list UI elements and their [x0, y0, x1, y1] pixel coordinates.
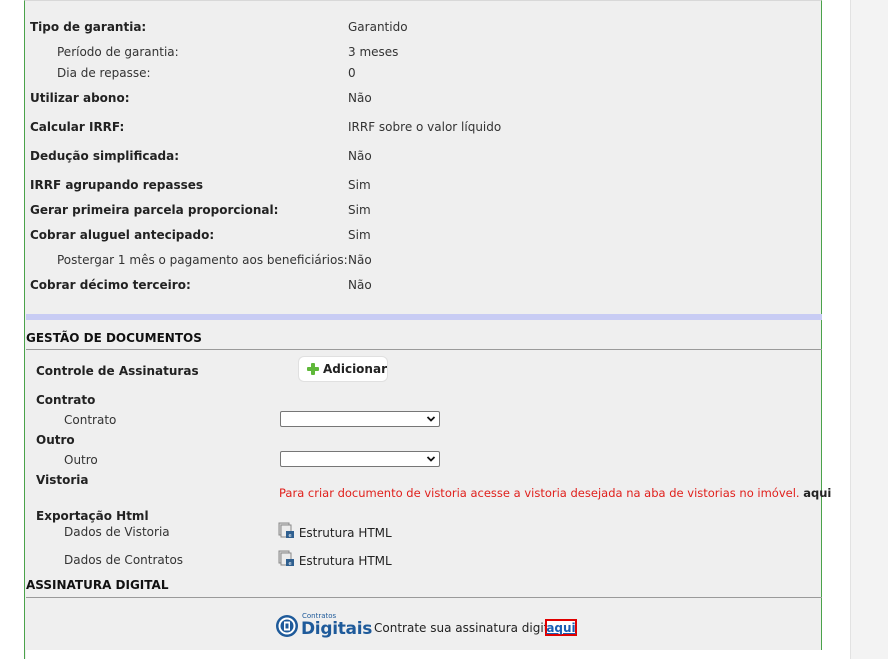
value-tipo-garantia: Garantido — [348, 20, 408, 34]
assinatura-text: Contrate sua assinatura digital — [374, 621, 560, 635]
label-decimo-terceiro: Cobrar décimo terceiro: — [30, 278, 191, 292]
add-button-label: Adicionar — [322, 362, 387, 376]
label-postergar: Postergar 1 mês o pagamento aos benefici… — [57, 253, 348, 267]
contrato-select[interactable] — [280, 411, 440, 427]
label-periodo-garantia: Período de garantia: — [57, 45, 179, 59]
assinatura-divider — [26, 597, 822, 598]
logo-big-text: Digitais — [301, 619, 373, 639]
assinatura-link-highlight[interactable]: aqui — [545, 619, 577, 636]
export-label-contratos: Dados de Contratos — [64, 553, 184, 567]
label-tipo-garantia: Tipo de garantia: — [30, 20, 147, 34]
contrato-field-label: Contrato — [64, 413, 117, 427]
export-link-vistoria-label: Estrutura HTML — [298, 526, 392, 540]
value-dia-repasse: 0 — [348, 66, 356, 80]
export-link-vistoria[interactable]: e Estrutura HTML — [278, 522, 392, 540]
export-label-vistoria: Dados de Vistoria — [64, 525, 170, 539]
documentos-divider — [26, 349, 822, 350]
label-primeira-parcela: Gerar primeira parcela proporcional: — [30, 203, 279, 217]
label-irrf-agrupando: IRRF agrupando repasses — [30, 178, 204, 192]
value-calcular-irrf: IRRF sobre o valor líquido — [348, 120, 502, 134]
plus-icon — [307, 363, 319, 375]
value-postergar: Não — [348, 253, 372, 267]
value-irrf-agrupando: Sim — [348, 178, 371, 192]
label-deducao-simplificada: Dedução simplificada: — [30, 149, 180, 163]
contrato-heading: Contrato — [36, 393, 96, 407]
label-utilizar-abono: Utilizar abono: — [30, 91, 130, 105]
documentos-section-title: GESTÃO DE DOCUMENTOS — [26, 331, 202, 345]
svg-text:e: e — [288, 561, 291, 567]
chevron-down-icon — [426, 416, 436, 422]
vistoria-message: Para criar documento de vistoria acesse … — [279, 486, 800, 500]
controle-assinaturas-label: Controle de Assinaturas — [36, 364, 199, 378]
chevron-down-icon — [426, 456, 436, 462]
outro-select[interactable] — [280, 451, 440, 467]
property-details-panel: Tipo de garantia: Garantido Período de g… — [24, 0, 831, 660]
export-link-contratos[interactable]: e Estrutura HTML — [278, 550, 392, 568]
value-deducao-simplificada: Não — [348, 149, 372, 163]
value-primeira-parcela: Sim — [348, 203, 371, 217]
export-link-contratos-label: Estrutura HTML — [298, 554, 392, 568]
value-decimo-terceiro: Não — [348, 278, 372, 292]
section-divider-band — [26, 314, 822, 320]
vistoria-heading: Vistoria — [36, 473, 89, 487]
vistoria-link[interactable]: aqui — [803, 486, 831, 500]
add-signature-control-button[interactable]: Adicionar — [298, 356, 388, 382]
vistoria-message-row: Para criar documento de vistoria acesse … — [279, 486, 831, 500]
contratos-digitais-logo-icon — [276, 615, 298, 637]
value-aluguel-antecipado: Sim — [348, 228, 371, 242]
contratos-digitais-logo: Contratos Digitais — [275, 611, 372, 641]
html-structure-icon: e — [278, 550, 294, 567]
value-periodo-garantia: 3 meses — [348, 45, 399, 59]
value-utilizar-abono: Não — [348, 91, 372, 105]
html-structure-icon: e — [278, 522, 294, 539]
outro-heading: Outro — [36, 433, 75, 447]
assinatura-link[interactable]: aqui — [546, 621, 575, 635]
outro-field-label: Outro — [64, 453, 98, 467]
export-heading: Exportação Html — [36, 509, 149, 523]
label-aluguel-antecipado: Cobrar aluguel antecipado: — [30, 228, 215, 242]
assinatura-section-title: ASSINATURA DIGITAL — [26, 578, 169, 592]
svg-text:e: e — [288, 533, 291, 539]
label-dia-repasse: Dia de repasse: — [57, 66, 151, 80]
label-calcular-irrf: Calcular IRRF: — [30, 120, 125, 134]
scrollbar-track[interactable] — [850, 0, 888, 659]
